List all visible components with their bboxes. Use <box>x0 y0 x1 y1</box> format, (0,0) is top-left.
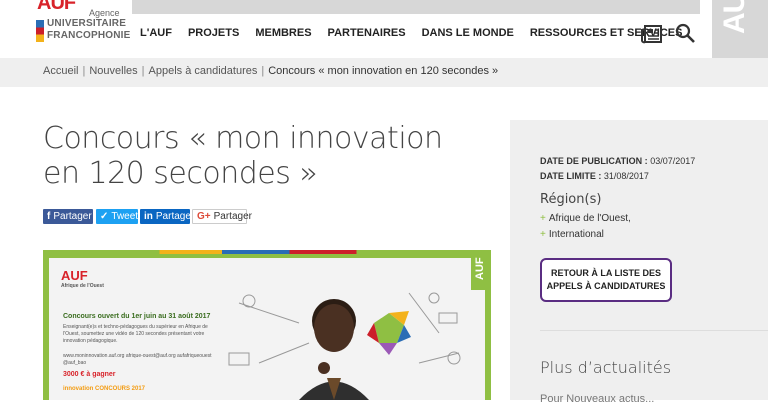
nav-item-projets[interactable]: PROJETS <box>188 27 239 39</box>
breadcrumb-current: Concours « mon innovation en 120 seconde… <box>268 65 499 77</box>
limit-date-value: 31/08/2017 <box>603 171 649 181</box>
sidebar-divider <box>540 330 768 331</box>
share-google-label: Partager <box>213 211 252 222</box>
back-to-list-button[interactable]: RETOUR À LA LISTE DES APPELS À CANDIDATU… <box>540 258 672 302</box>
region-label: International <box>548 229 604 240</box>
nav-item-dans-le-monde[interactable]: DANS LE MONDE <box>422 27 514 39</box>
pub-date-value: 03/07/2017 <box>650 156 696 166</box>
page-title: Concours « mon innovation en 120 seconde… <box>43 121 443 191</box>
poster-headline: Concours ouvert du 1er juin au 31 août 2… <box>63 313 211 320</box>
logo-color-bar <box>36 20 44 42</box>
publication-meta: DATE DE PUBLICATION : 03/07/2017 DATE LI… <box>540 154 695 184</box>
nav-item-partenaires[interactable]: PARTENAIRES <box>328 27 406 39</box>
logo-brand: AUF <box>37 0 76 14</box>
auf-logo[interactable]: AUF Agence UNIVERSITAIRE FRANCOPHONIE <box>33 0 130 48</box>
logo-agence: Agence <box>89 8 120 18</box>
limit-date-label: DATE LIMITE : <box>540 171 602 181</box>
breadcrumb-item-nouvelles[interactable]: Nouvelles <box>89 65 137 77</box>
logo-line2: FRANCOPHONIE <box>47 30 131 41</box>
contest-poster-image: AUF Afrique de l'Ouest Concours ouvert du… <box>43 250 491 400</box>
share-google-button[interactable]: G+ Partager <box>192 209 252 224</box>
region-item-international[interactable]: + International <box>540 229 604 240</box>
share-facebook-label: Partager <box>53 211 92 222</box>
logo-line1: UNIVERSITAIRE <box>47 18 127 29</box>
poster-color-stripe <box>43 250 491 254</box>
poster-logo: AUF Afrique de l'Ouest <box>61 268 104 289</box>
newspaper-icon[interactable] <box>641 24 663 44</box>
main-nav: L'AUF PROJETS MEMBRES PARTENAIRES DANS L… <box>140 27 698 39</box>
region-label: Afrique de l'Ouest, <box>548 213 631 224</box>
facebook-icon: f <box>47 211 51 222</box>
breadcrumb-item-accueil[interactable]: Accueil <box>43 65 78 77</box>
poster-auf-mark: AUF <box>471 256 489 290</box>
pub-date-label: DATE DE PUBLICATION : <box>540 156 648 166</box>
share-twitter-label: Tweet <box>111 211 139 222</box>
site-header: AUF Agence UNIVERSITAIRE FRANCOPHONIE L'… <box>0 0 768 58</box>
plus-icon: + <box>540 213 546 224</box>
side-brand-panel: AUF <box>712 0 768 58</box>
twitter-icon: ✓ <box>100 211 109 222</box>
poster-prize: 3000 € à gagner <box>63 371 116 378</box>
region-item-afrique-ouest[interactable]: + Afrique de l'Ouest, <box>540 213 631 224</box>
top-grey-bar <box>132 0 700 14</box>
more-news-item[interactable]: Pour Nouveaux actus... <box>540 393 654 405</box>
google-plus-icon: G+ <box>197 211 211 222</box>
poster-illustration <box>228 292 461 400</box>
poster-links: www.moninnovation.auf.org afrique-ouest@… <box>63 353 212 366</box>
poster-body: Enseignant(e)s et techno-pédagogues du s… <box>63 324 208 344</box>
plus-icon: + <box>540 229 546 240</box>
share-facebook-button[interactable]: f Partager <box>43 209 93 224</box>
nav-item-lauf[interactable]: L'AUF <box>140 27 172 39</box>
region-heading: Région(s) <box>540 192 602 207</box>
linkedin-icon: in <box>144 211 153 222</box>
search-icon[interactable] <box>675 23 695 43</box>
breadcrumb-item-appels[interactable]: Appels à candidatures <box>149 65 258 77</box>
share-linkedin-button[interactable]: in Partager <box>140 209 194 224</box>
poster-panel: AUF Afrique de l'Ouest Concours ouvert du… <box>49 258 485 400</box>
breadcrumb: Accueil | Nouvelles | Appels à candidatures |… <box>43 65 499 77</box>
poster-contest-label: innovation CONCOURS 2017 <box>63 386 146 392</box>
nav-item-membres[interactable]: MEMBRES <box>255 27 311 39</box>
share-linkedin-label: Partager <box>155 211 195 222</box>
share-twitter-button[interactable]: ✓ Tweet <box>96 209 138 224</box>
side-brand-mark: AUF <box>718 0 751 34</box>
more-news-heading: Plus d’actualités <box>540 358 672 377</box>
